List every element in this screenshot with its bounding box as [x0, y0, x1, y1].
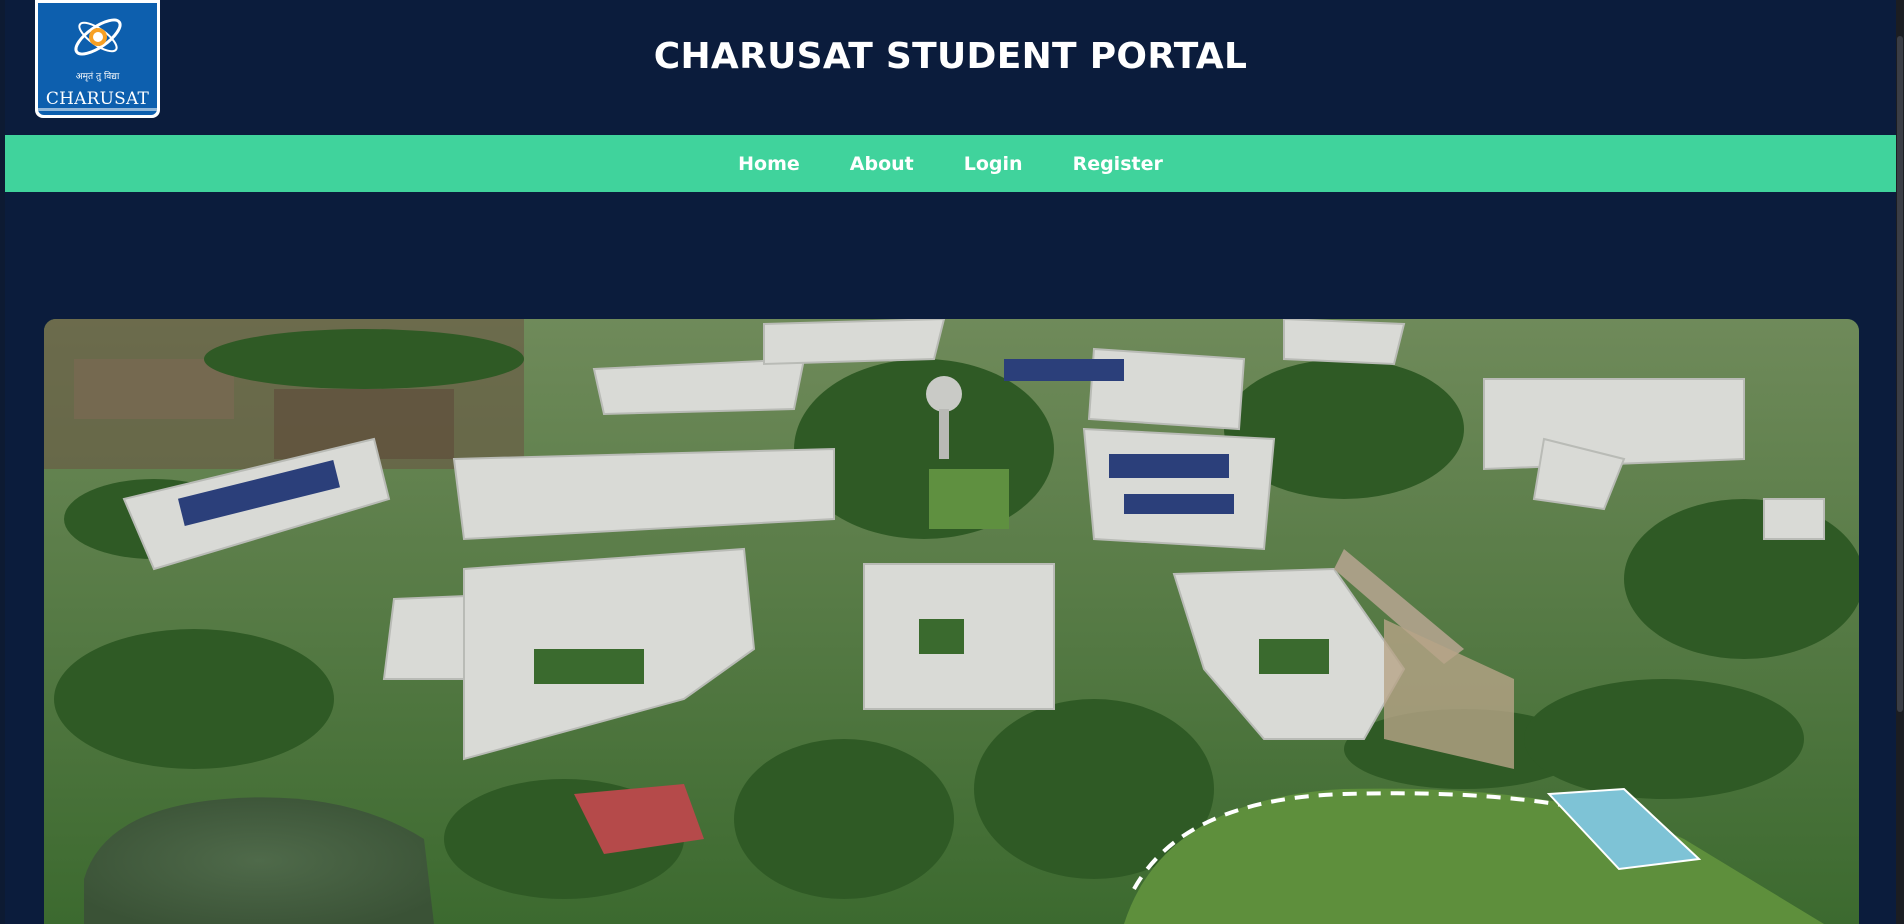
- site-header: अमृतं तु विद्या CHARUSAT CHARUSAT STUDEN…: [5, 0, 1896, 135]
- scrollbar-track[interactable]: [1896, 0, 1904, 924]
- nav-login-link[interactable]: Login: [939, 153, 1048, 175]
- campus-aerial-photo-icon: [44, 319, 1859, 924]
- nav-register-link[interactable]: Register: [1048, 153, 1188, 175]
- logo-tagline-line: [38, 108, 157, 111]
- page: अमृतं तु विद्या CHARUSAT CHARUSAT STUDEN…: [0, 0, 1904, 924]
- page-title: CHARUSAT STUDENT PORTAL: [653, 36, 1248, 77]
- scrollbar-thumb[interactable]: [1897, 36, 1903, 712]
- campus-hero-image: [44, 319, 1859, 924]
- main-nav: Home About Login Register: [5, 135, 1896, 192]
- nav-about-link[interactable]: About: [825, 153, 939, 175]
- nav-home-link[interactable]: Home: [713, 153, 825, 175]
- logo-wordmark: CHARUSAT: [45, 89, 150, 109]
